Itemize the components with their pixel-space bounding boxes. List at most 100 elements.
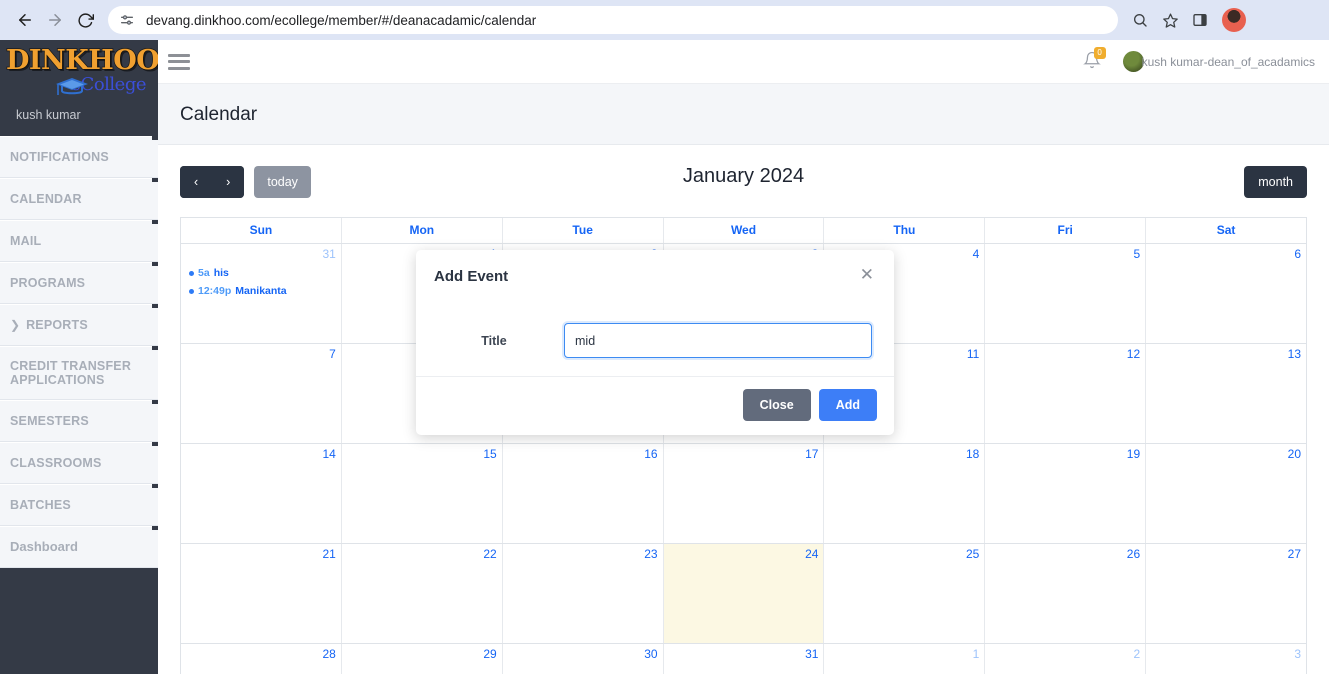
search-icon[interactable]	[1126, 6, 1154, 34]
topbar-user-label[interactable]: kush kumar-dean_of_acadamics	[1142, 55, 1315, 69]
today-button[interactable]: today	[254, 166, 311, 198]
calendar-day-number[interactable]: 23	[507, 547, 657, 561]
calendar-day-cell[interactable]: 3	[1146, 644, 1306, 674]
calendar-weekday-thu[interactable]: Thu	[824, 218, 986, 243]
calendar-day-number[interactable]: 21	[185, 547, 336, 561]
calendar-weekday-tue[interactable]: Tue	[503, 218, 664, 243]
calendar-nav-group: ‹ ›	[180, 166, 245, 198]
calendar-weekday-sat[interactable]: Sat	[1146, 218, 1306, 243]
calendar-day-cell[interactable]: 17	[664, 444, 825, 543]
calendar-day-number[interactable]: 18	[828, 447, 979, 461]
calendar-day-cell[interactable]: 14	[181, 444, 342, 543]
close-button[interactable]: Close	[742, 389, 811, 421]
calendar-day-cell[interactable]: 25	[824, 544, 986, 643]
address-bar[interactable]: devang.dinkhoo.com/ecollege/member/#/dea…	[108, 6, 1118, 34]
calendar-week-row: 14 15 16 17 18 19 20	[181, 444, 1306, 544]
calendar-day-number[interactable]: 25	[828, 547, 979, 561]
title-input[interactable]	[564, 323, 872, 358]
add-event-modal: Add Event ✕ Title Close Add	[416, 250, 894, 435]
calendar-day-cell[interactable]: 15	[342, 444, 503, 543]
calendar-day-number[interactable]: 15	[346, 447, 496, 461]
calendar-day-cell[interactable]: 22	[342, 544, 503, 643]
calendar-day-cell[interactable]: 12	[985, 344, 1147, 443]
calendar-event[interactable]: 5a his	[185, 267, 336, 279]
calendar-day-number[interactable]: 30	[507, 647, 657, 661]
calendar-weekday-fri[interactable]: Fri	[985, 218, 1147, 243]
sidebar-item-credit-transfer-applications[interactable]: CREDIT TRANSFER APPLICATIONS	[0, 346, 158, 400]
add-button[interactable]: Add	[818, 389, 877, 421]
calendar-day-cell[interactable]: 31	[664, 644, 825, 674]
prev-month-button[interactable]: ‹	[180, 166, 213, 198]
calendar-day-cell[interactable]: 27	[1146, 544, 1306, 643]
calendar-day-number[interactable]: 22	[346, 547, 496, 561]
calendar-weekday-mon[interactable]: Mon	[342, 218, 503, 243]
calendar-day-number[interactable]: 16	[507, 447, 657, 461]
sidebar-item-mail[interactable]: MAIL	[0, 220, 158, 262]
user-avatar[interactable]	[1122, 51, 1144, 72]
calendar-day-cell[interactable]: 20	[1146, 444, 1306, 543]
address-bar-url: devang.dinkhoo.com/ecollege/member/#/dea…	[146, 12, 537, 28]
calendar-event[interactable]: 12:49p Manikanta	[185, 285, 336, 297]
profile-avatar-icon[interactable]	[1222, 8, 1246, 32]
calendar-day-cell[interactable]: 16	[503, 444, 664, 543]
hamburger-menu-icon[interactable]	[168, 53, 190, 70]
calendar-day-cell[interactable]: 30	[503, 644, 664, 674]
calendar-day-cell[interactable]: 7	[181, 344, 342, 443]
calendar-day-number[interactable]: 31	[668, 647, 818, 661]
calendar-day-cell[interactable]: 6	[1146, 244, 1306, 343]
calendar-day-cell[interactable]: 28	[181, 644, 342, 674]
month-view-button[interactable]: month	[1244, 166, 1307, 198]
back-arrow-icon[interactable]	[10, 5, 40, 35]
calendar-day-number[interactable]: 26	[989, 547, 1140, 561]
calendar-day-cell[interactable]: 31 5a his 12:49p Manikanta	[181, 244, 342, 343]
star-icon[interactable]	[1156, 6, 1184, 34]
sidebar-item-programs[interactable]: PROGRAMS	[0, 262, 158, 304]
calendar-day-number[interactable]: 13	[1150, 347, 1301, 361]
sidebar-item-calendar[interactable]: CALENDAR	[0, 178, 158, 220]
calendar-day-number[interactable]: 7	[185, 347, 336, 361]
calendar-day-cell[interactable]: 18	[824, 444, 986, 543]
calendar-day-number[interactable]: 14	[185, 447, 336, 461]
sidebar-item-dashboard[interactable]: Dashboard	[0, 526, 158, 568]
calendar-day-number[interactable]: 24	[668, 547, 818, 561]
forward-arrow-icon[interactable]	[40, 5, 70, 35]
calendar-weekday-sun[interactable]: Sun	[181, 218, 342, 243]
sidebar-item-reports[interactable]: ❯ REPORTS	[0, 304, 158, 346]
reload-icon[interactable]	[70, 5, 100, 35]
calendar-day-number[interactable]: 12	[989, 347, 1140, 361]
calendar-day-number[interactable]: 31	[185, 247, 336, 261]
calendar-day-cell[interactable]: 21	[181, 544, 342, 643]
calendar-day-cell[interactable]: 23	[503, 544, 664, 643]
close-icon[interactable]: ✕	[860, 266, 874, 283]
sidebar-item-classrooms[interactable]: CLASSROOMS	[0, 442, 158, 484]
event-title: Manikanta	[235, 285, 287, 297]
notification-bell-icon[interactable]: 0	[1082, 46, 1106, 73]
calendar-day-number[interactable]: 19	[989, 447, 1140, 461]
calendar-day-cell[interactable]: 13	[1146, 344, 1306, 443]
next-month-button[interactable]: ›	[212, 166, 245, 198]
calendar-day-number[interactable]: 17	[668, 447, 818, 461]
site-settings-icon[interactable]	[116, 9, 138, 31]
calendar-day-number[interactable]: 5	[989, 247, 1140, 261]
calendar-day-cell[interactable]: 26	[985, 544, 1147, 643]
calendar-day-number[interactable]: 6	[1150, 247, 1301, 261]
calendar-day-number[interactable]: 20	[1150, 447, 1301, 461]
calendar-day-cell[interactable]: 2	[985, 644, 1147, 674]
sidebar-item-semesters[interactable]: SEMESTERS	[0, 400, 158, 442]
sidebar-item-notifications[interactable]: NOTIFICATIONS	[0, 136, 158, 178]
calendar-day-cell[interactable]: 1	[824, 644, 986, 674]
calendar-day-number[interactable]: 29	[346, 647, 496, 661]
calendar-day-cell[interactable]: 29	[342, 644, 503, 674]
calendar-day-number[interactable]: 2	[989, 647, 1140, 661]
sidebar-item-batches[interactable]: BATCHES	[0, 484, 158, 526]
calendar-weekday-wed[interactable]: Wed	[664, 218, 825, 243]
calendar-day-cell[interactable]: 5	[985, 244, 1147, 343]
calendar-day-number[interactable]: 27	[1150, 547, 1301, 561]
calendar-day-cell[interactable]: 19	[985, 444, 1147, 543]
sidebar-item-label: REPORTS	[26, 318, 88, 332]
calendar-day-cell[interactable]: 24	[663, 544, 825, 643]
calendar-day-number[interactable]: 1	[828, 647, 980, 661]
calendar-day-number[interactable]: 3	[1150, 647, 1301, 661]
side-panel-icon[interactable]	[1186, 6, 1214, 34]
calendar-day-number[interactable]: 28	[185, 647, 336, 661]
